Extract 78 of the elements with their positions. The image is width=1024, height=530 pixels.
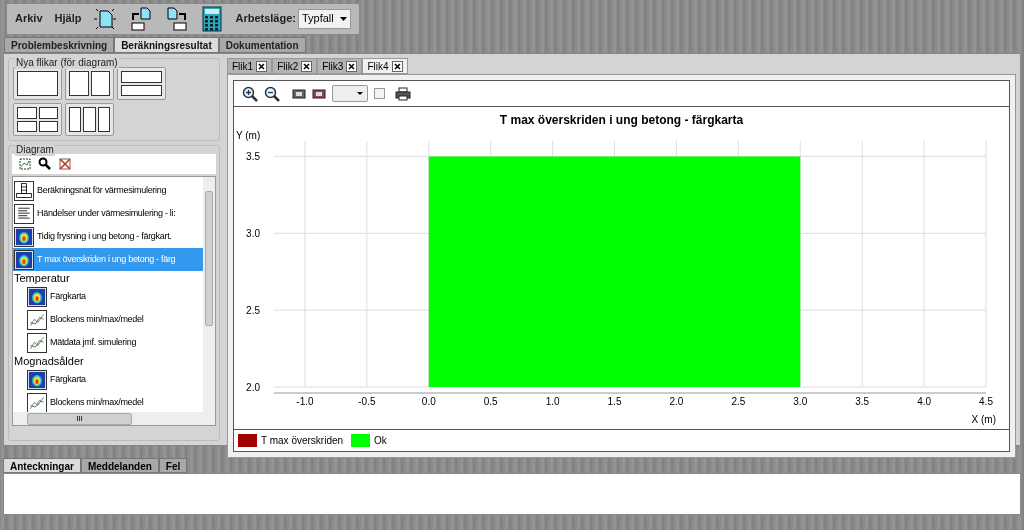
calculator-icon[interactable] bbox=[201, 5, 224, 32]
tree-item[interactable]: Beräkningsnät för värmesimulering bbox=[13, 179, 203, 202]
tree-group-label[interactable]: Mognadsålder bbox=[13, 354, 203, 368]
tree-item[interactable]: Blockens min/max/medel bbox=[13, 308, 203, 331]
tree-item[interactable]: Mätdata jmf. simulering bbox=[13, 331, 203, 354]
line-graph-icon bbox=[27, 309, 47, 330]
notes-area[interactable] bbox=[3, 473, 1021, 515]
menu-item[interactable]: Arkiv bbox=[15, 10, 43, 27]
zoom-in-icon[interactable] bbox=[242, 85, 258, 102]
y-axis-label: Y (m) bbox=[236, 130, 261, 141]
close-icon[interactable] bbox=[301, 60, 313, 72]
layout-button[interactable] bbox=[13, 67, 62, 100]
mode-dropdown[interactable]: Typfall bbox=[297, 8, 351, 29]
menu-item[interactable]: Hjälp bbox=[54, 10, 82, 27]
y-tick-label: 2.5 bbox=[246, 305, 260, 317]
x-tick-label: 4.5 bbox=[979, 396, 993, 407]
reset-view-icon[interactable] bbox=[312, 87, 326, 100]
x-tick-label: -0.5 bbox=[358, 396, 376, 407]
bottom-tab[interactable]: Fel bbox=[158, 458, 188, 473]
tree-group-label[interactable]: Temperatur bbox=[13, 271, 203, 285]
x-tick-label: 2.0 bbox=[669, 396, 684, 407]
x-tick-label: 3.0 bbox=[793, 396, 808, 407]
x-tick-label: 1.5 bbox=[607, 396, 622, 407]
line-graph-icon bbox=[27, 332, 47, 353]
layout-button[interactable] bbox=[117, 67, 166, 100]
main-tab[interactable]: Beräkningsresultat bbox=[114, 37, 219, 53]
x-tick-label: 2.5 bbox=[731, 396, 746, 407]
horizontal-scrollbar[interactable]: III bbox=[13, 412, 215, 425]
legend-label: T max överskriden bbox=[261, 434, 344, 448]
chart-tab[interactable]: Flik3 bbox=[317, 58, 363, 74]
legend-label: Ok bbox=[374, 434, 387, 448]
bottom-tab[interactable]: Anteckningar bbox=[3, 458, 81, 473]
tree-item[interactable]: Färgkarta bbox=[13, 285, 203, 308]
y-tick-label: 2.0 bbox=[246, 382, 260, 393]
main-tab[interactable]: Dokumentation bbox=[218, 37, 306, 53]
vertical-scrollbar[interactable] bbox=[203, 177, 215, 412]
group-title: Diagram bbox=[15, 144, 55, 156]
x-tick-label: 4.0 bbox=[917, 396, 932, 407]
print-icon[interactable] bbox=[395, 86, 411, 101]
chart-title: T max överskriden i ung betong - färgkarta bbox=[498, 112, 745, 129]
chart-add-icon[interactable] bbox=[18, 157, 32, 171]
scroll-grip: III bbox=[76, 414, 83, 423]
mode-label: Arbetsläge: bbox=[235, 11, 296, 27]
chart-tab[interactable]: Flik1 bbox=[227, 58, 273, 74]
heatmap-icon bbox=[27, 286, 47, 307]
dropdown-arrow-icon bbox=[357, 92, 363, 95]
x-tick-label: 3.5 bbox=[855, 396, 870, 407]
layout-button[interactable] bbox=[13, 103, 62, 136]
group-title: Nya flikar (för diagram) bbox=[15, 57, 119, 69]
layout-button[interactable] bbox=[65, 103, 114, 136]
fit-view-icon[interactable] bbox=[292, 87, 306, 100]
main-tab[interactable]: Problembeskrivning bbox=[4, 37, 115, 53]
x-tick-label: -1.0 bbox=[296, 396, 314, 407]
x-axis-label: X (m) bbox=[971, 414, 996, 425]
chart-tab[interactable]: Flik2 bbox=[272, 58, 318, 74]
tree-item[interactable]: Blockens min/max/medel bbox=[13, 391, 203, 414]
y-tick-label: 3.0 bbox=[246, 228, 260, 240]
close-icon[interactable] bbox=[391, 60, 403, 72]
tree-item[interactable]: Tidig frysning i ung betong - färgkart. bbox=[13, 225, 203, 248]
delete-chart-icon[interactable] bbox=[58, 157, 72, 171]
layout-button[interactable] bbox=[65, 67, 114, 100]
x-tick-label: 1.0 bbox=[545, 396, 560, 407]
chart-checkbox[interactable] bbox=[374, 88, 385, 99]
line-graph-icon bbox=[27, 392, 47, 413]
x-tick-label: 0.5 bbox=[483, 396, 498, 407]
bottom-tab[interactable]: Meddelanden bbox=[80, 458, 159, 473]
open-document-icon[interactable] bbox=[129, 5, 154, 32]
close-icon[interactable] bbox=[256, 60, 268, 72]
y-tick-label: 3.5 bbox=[246, 151, 260, 163]
x-tick-label: 0.0 bbox=[421, 396, 436, 407]
save-document-icon[interactable] bbox=[165, 5, 190, 32]
zoom-out-icon[interactable] bbox=[264, 85, 280, 102]
tree-item[interactable]: Händelser under värmesimulering - li: bbox=[13, 202, 203, 225]
heatmap-icon bbox=[27, 369, 47, 390]
chart-tab[interactable]: Flik4 bbox=[362, 58, 408, 74]
dropdown-arrow-icon bbox=[339, 16, 347, 21]
tree-item[interactable]: Färgkarta bbox=[13, 368, 203, 391]
close-icon[interactable] bbox=[346, 60, 358, 72]
